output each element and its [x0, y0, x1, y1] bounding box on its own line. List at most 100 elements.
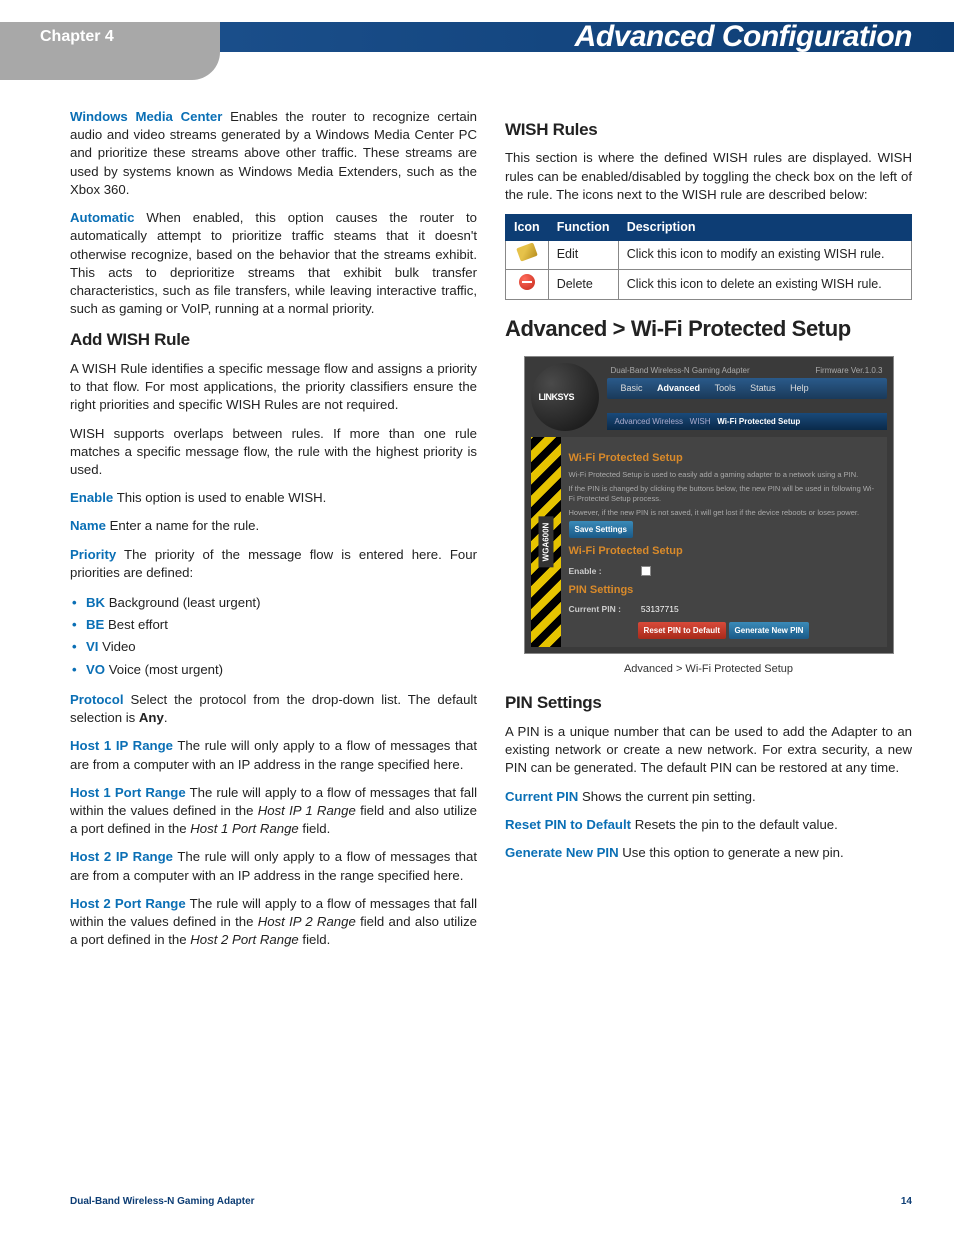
ss-enable-checkbox[interactable] — [641, 566, 651, 576]
priority-code-be: BE — [86, 617, 104, 632]
cell-edit-icon — [506, 241, 549, 269]
priority-item-bk: BK Background (least urgent) — [70, 592, 477, 614]
ss-desc-2: If the PIN is changed by clicking the bu… — [569, 484, 879, 504]
text-auto: When enabled, this option causes the rou… — [70, 210, 477, 316]
para-reset-pin: Reset PIN to Default Resets the pin to t… — [505, 816, 912, 834]
chapter-label: Chapter 4 — [40, 28, 114, 46]
para-protocol: Protocol Select the protocol from the dr… — [70, 691, 477, 727]
ss-subtabs: Advanced Wireless WISH Wi-Fi Protected S… — [607, 413, 887, 430]
para-wmc: Windows Media Center Enables the router … — [70, 108, 477, 199]
term-wmc: Windows Media Center — [70, 109, 222, 124]
para-h1port: Host 1 Port Range The rule will apply to… — [70, 784, 477, 839]
para-addrule-1: A WISH Rule identifies a specific messag… — [70, 360, 477, 415]
priority-text-vi: Video — [102, 639, 136, 654]
th-description: Description — [618, 215, 911, 241]
heading-wps: Advanced > Wi-Fi Protected Setup — [505, 314, 912, 344]
ss-tab-tools[interactable]: Tools — [715, 383, 736, 393]
priority-text-vo: Voice (most urgent) — [109, 662, 223, 677]
term-name: Name — [70, 518, 106, 533]
wps-screenshot: LINKSYS Dual-Band Wireless-N Gaming Adap… — [524, 356, 894, 654]
priority-item-be: BE Best effort — [70, 614, 477, 636]
para-h2ip: Host 2 IP Range The rule will only apply… — [70, 848, 477, 884]
text-h2port-em1: Host IP 2 Range — [258, 914, 356, 929]
ss-subtab-a[interactable]: Advanced Wireless — [615, 417, 683, 426]
ss-side-stripe: WGA600N — [531, 437, 561, 647]
priority-item-vi: VI Video — [70, 636, 477, 658]
ss-reset-pin-button[interactable]: Reset PIN to Default — [638, 622, 726, 639]
text-h1port-em1: Host IP 1 Range — [258, 803, 356, 818]
heading-add-wish-rule: Add WISH Rule — [70, 328, 477, 351]
ss-section2-title: Wi-Fi Protected Setup — [569, 544, 879, 559]
priority-code-bk: BK — [86, 595, 105, 610]
para-addrule-2: WISH supports overlaps between rules. If… — [70, 425, 477, 480]
footer-product: Dual-Band Wireless-N Gaming Adapter — [70, 1196, 255, 1207]
term-h1ip: Host 1 IP Range — [70, 738, 173, 753]
text-h2port-em2: Host 2 Port Range — [190, 932, 299, 947]
para-wish-rules: This section is where the defined WISH r… — [505, 149, 912, 204]
ss-tab-advanced[interactable]: Advanced — [657, 383, 700, 393]
para-auto: Automatic When enabled, this option caus… — [70, 209, 477, 318]
priority-list: BK Background (least urgent) BE Best eff… — [70, 592, 477, 681]
text-protocol-bold: Any — [139, 710, 164, 725]
text-enable: This option is used to enable WISH. — [117, 490, 327, 505]
screenshot-caption: Advanced > Wi-Fi Protected Setup — [505, 662, 912, 677]
term-reset-pin: Reset PIN to Default — [505, 817, 631, 832]
ss-pin-row: Current PIN : 53137715 — [569, 604, 879, 616]
icon-table: Icon Function Description Edit Click thi… — [505, 214, 912, 300]
ss-section1-title: Wi-Fi Protected Setup — [569, 451, 879, 466]
th-icon: Icon — [506, 215, 549, 241]
ss-tabs: Basic Advanced Tools Status Help — [607, 378, 887, 398]
edit-icon — [516, 243, 538, 262]
text-h1port-c: field. — [299, 821, 331, 836]
ss-save-button[interactable]: Save Settings — [569, 521, 633, 538]
ss-desc-3: However, if the new PIN is not saved, it… — [569, 508, 879, 518]
ss-subtab-c[interactable]: Wi-Fi Protected Setup — [717, 417, 800, 426]
text-reset-pin: Resets the pin to the default value. — [635, 817, 838, 832]
text-protocol-a: Select the protocol from the drop-down l… — [70, 692, 477, 725]
cell-delete-desc: Click this icon to delete an existing WI… — [618, 269, 911, 299]
text-gen-pin: Use this option to generate a new pin. — [622, 845, 843, 860]
term-h2port: Host 2 Port Range — [70, 896, 186, 911]
ss-model-label: WGA600N — [538, 517, 553, 568]
ss-logo-circle: LINKSYS — [531, 363, 599, 431]
priority-item-vo: VO Voice (most urgent) — [70, 659, 477, 681]
term-h2ip: Host 2 IP Range — [70, 849, 173, 864]
content-area: Windows Media Center Enables the router … — [70, 108, 912, 1175]
ss-tab-help[interactable]: Help — [790, 383, 809, 393]
cell-edit-func: Edit — [548, 241, 618, 269]
ss-subtab-b[interactable]: WISH — [690, 417, 711, 426]
cell-delete-icon — [506, 269, 549, 299]
para-h2port: Host 2 Port Range The rule will apply to… — [70, 895, 477, 950]
para-priority: Priority The priority of the message flo… — [70, 546, 477, 582]
page-footer: Dual-Band Wireless-N Gaming Adapter 14 — [70, 1196, 912, 1207]
ss-tab-basic[interactable]: Basic — [621, 383, 643, 393]
para-h1ip: Host 1 IP Range The rule will only apply… — [70, 737, 477, 773]
left-column: Windows Media Center Enables the router … — [70, 108, 477, 1175]
page-title: Advanced Configuration — [575, 20, 912, 54]
para-name: Name Enter a name for the rule. — [70, 517, 477, 535]
text-protocol-b: . — [164, 710, 168, 725]
text-name: Enter a name for the rule. — [110, 518, 260, 533]
term-enable: Enable — [70, 490, 113, 505]
term-priority: Priority — [70, 547, 116, 562]
ss-product: Dual-Band Wireless-N Gaming Adapter — [611, 365, 750, 376]
para-enable: Enable This option is used to enable WIS… — [70, 489, 477, 507]
cell-delete-func: Delete — [548, 269, 618, 299]
priority-text-bk: Background (least urgent) — [109, 595, 261, 610]
ss-enable-label: Enable : — [569, 566, 639, 578]
ss-pin-value: 53137715 — [641, 604, 679, 614]
priority-code-vi: VI — [86, 639, 98, 654]
priority-text-be: Best effort — [108, 617, 168, 632]
term-gen-pin: Generate New PIN — [505, 845, 619, 860]
ss-pin-label: Current PIN : — [569, 604, 639, 616]
ss-tab-status[interactable]: Status — [750, 383, 776, 393]
table-row: Edit Click this icon to modify an existi… — [506, 241, 912, 269]
table-row: Delete Click this icon to delete an exis… — [506, 269, 912, 299]
ss-generate-pin-button[interactable]: Generate New PIN — [729, 622, 810, 639]
para-current-pin: Current PIN Shows the current pin settin… — [505, 788, 912, 806]
text-priority: The priority of the message flow is ente… — [70, 547, 477, 580]
table-header-row: Icon Function Description — [506, 215, 912, 241]
term-current-pin: Current PIN — [505, 789, 578, 804]
ss-section3-title: PIN Settings — [569, 583, 879, 598]
heading-wish-rules: WISH Rules — [505, 118, 912, 141]
